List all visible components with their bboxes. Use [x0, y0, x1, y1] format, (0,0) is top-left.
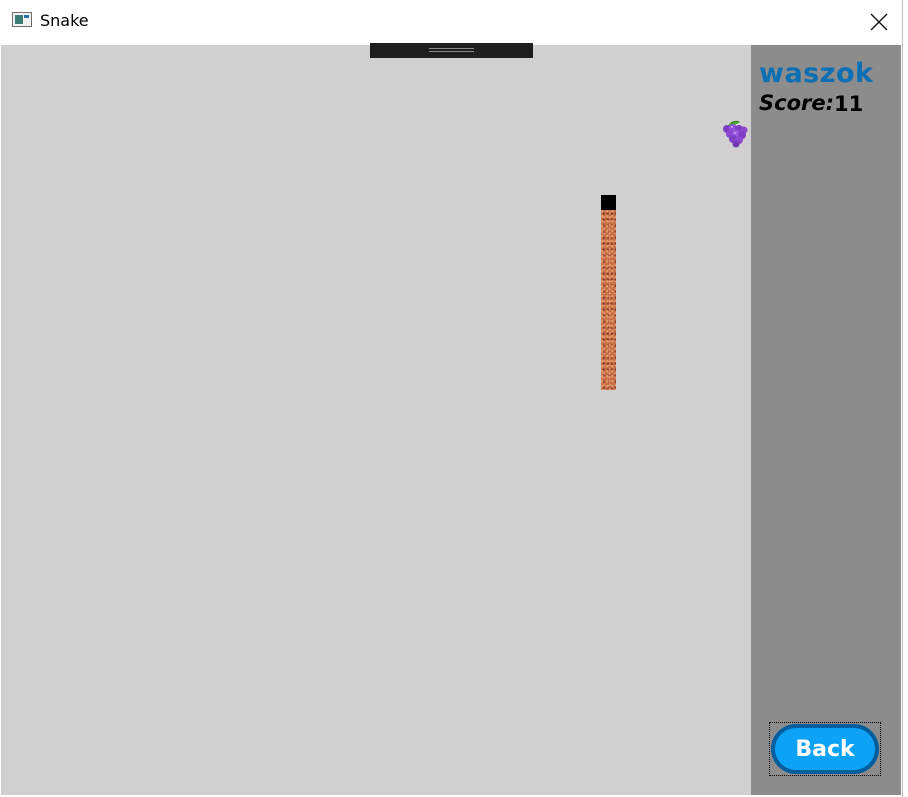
app-window-icon: [12, 12, 32, 27]
back-button[interactable]: Back: [771, 724, 879, 774]
game-board[interactable]: [1, 43, 751, 795]
close-button[interactable]: [856, 0, 902, 44]
close-icon: [870, 13, 888, 31]
score-label: Score:: [759, 91, 834, 115]
app-window: Snake waszok Score: 11 Back: [0, 0, 903, 797]
title-bar[interactable]: Snake: [0, 0, 902, 44]
snake-body: [601, 210, 616, 390]
snake-head: [601, 195, 616, 210]
score-value: 11: [834, 92, 864, 116]
grapes-icon: [719, 118, 749, 148]
player-name: waszok: [759, 58, 874, 89]
drag-handle[interactable]: [370, 43, 533, 58]
back-button-label: Back: [795, 736, 855, 762]
score-sidebar: waszok Score: 11 Back: [751, 45, 901, 795]
window-title: Snake: [40, 11, 89, 30]
